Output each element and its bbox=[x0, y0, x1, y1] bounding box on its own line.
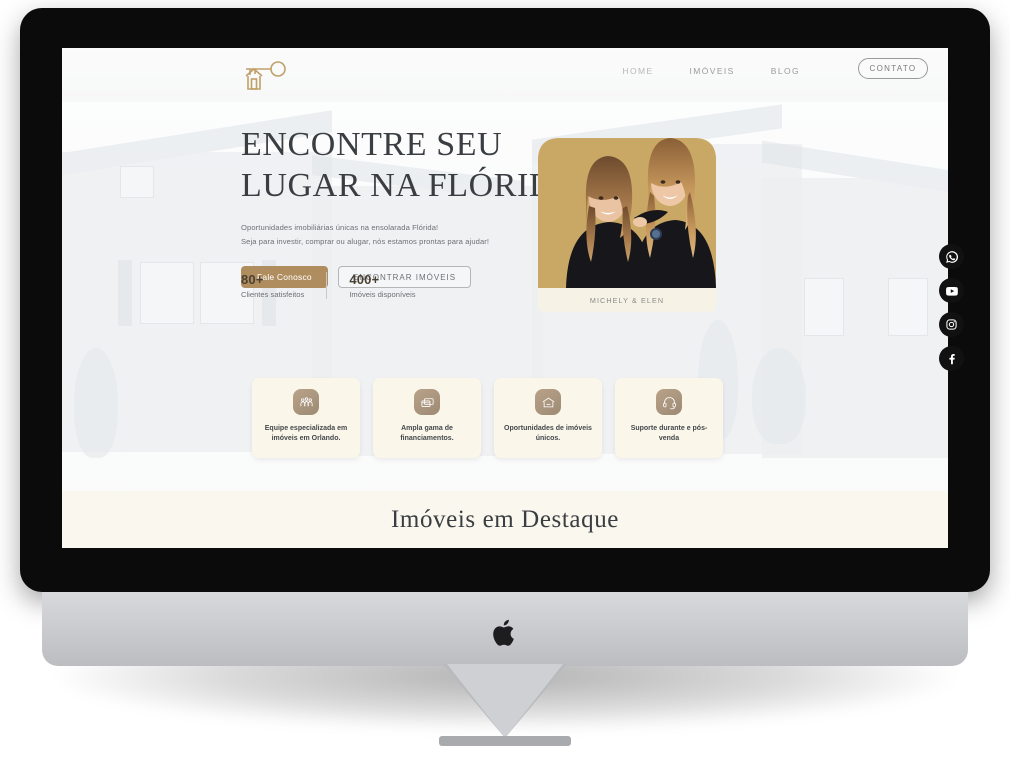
stat-clientes: 80+ Clientes satisfeitos bbox=[241, 272, 304, 299]
page-title: ENCONTRE SEU LUGAR NA FLÓRIDA bbox=[241, 124, 580, 207]
instagram-icon[interactable] bbox=[939, 312, 964, 337]
feature-card-suporte[interactable]: Suporte durante e pós-venda bbox=[615, 378, 723, 458]
feature-cards: Equipe especializada em imóveis em Orlan… bbox=[252, 378, 723, 458]
hero-background-photo bbox=[62, 48, 948, 548]
feature-card-financiamentos[interactable]: Ampla gama de financiamentos. bbox=[373, 378, 481, 458]
imac-stand-foot bbox=[439, 736, 571, 746]
stat-imoveis: 400+ Imóveis disponíveis bbox=[349, 272, 415, 299]
headset-icon bbox=[656, 389, 682, 415]
facebook-icon[interactable] bbox=[939, 346, 964, 371]
imac-stand-neck-highlight bbox=[447, 664, 563, 738]
feature-text: Suporte durante e pós-venda bbox=[630, 425, 708, 443]
stat-imoveis-number: 400+ bbox=[349, 272, 380, 287]
featured-properties-section: Imóveis em Destaque bbox=[62, 491, 948, 548]
feature-card-equipe[interactable]: Equipe especializada em imóveis em Orlan… bbox=[252, 378, 360, 458]
feature-text: Oportunidades de imóveis únicos. bbox=[504, 425, 592, 443]
people-icon bbox=[293, 389, 319, 415]
hero-stats: 80+ Clientes satisfeitos 400+ Imóveis di… bbox=[241, 272, 416, 299]
agents-photo bbox=[530, 110, 724, 290]
cards-icon bbox=[414, 389, 440, 415]
stat-clientes-number: 80+ bbox=[241, 272, 264, 287]
whatsapp-icon[interactable] bbox=[939, 244, 964, 269]
monitor-screen: HOME IMÓVEIS BLOG CONTATO ENCONTRE SEU L… bbox=[62, 48, 948, 548]
hero-title-line2: LUGAR NA FLÓRIDA bbox=[241, 167, 580, 205]
site-header: HOME IMÓVEIS BLOG CONTATO bbox=[62, 48, 948, 102]
main-navigation: HOME IMÓVEIS BLOG bbox=[622, 66, 800, 76]
contact-button[interactable]: CONTATO bbox=[858, 58, 928, 79]
social-rail bbox=[939, 244, 964, 371]
stat-imoveis-label: Imóveis disponíveis bbox=[349, 290, 416, 299]
agents-photo-card: MICHELY & ELEN bbox=[530, 110, 724, 316]
house-icon bbox=[535, 389, 561, 415]
agents-caption: MICHELY & ELEN bbox=[538, 288, 716, 312]
feature-card-oportunidades[interactable]: Oportunidades de imóveis únicos. bbox=[494, 378, 602, 458]
imac-mockup: HOME IMÓVEIS BLOG CONTATO ENCONTRE SEU L… bbox=[0, 0, 1010, 757]
feature-text: Equipe especializada em imóveis em Orlan… bbox=[264, 425, 348, 443]
hero-title-line1: ENCONTRE SEU bbox=[241, 126, 503, 163]
key-house-logo[interactable] bbox=[232, 58, 292, 94]
nav-home[interactable]: HOME bbox=[622, 66, 653, 76]
feature-text: Ampla gama de financiamentos. bbox=[400, 425, 454, 443]
website-page: HOME IMÓVEIS BLOG CONTATO ENCONTRE SEU L… bbox=[62, 48, 948, 548]
section-title: Imóveis em Destaque bbox=[390, 505, 619, 533]
hero-subtitle-line1: Oportunidades imobiliárias únicas na ens… bbox=[241, 222, 439, 232]
hero-subtitle: Oportunidades imobiliárias únicas na ens… bbox=[241, 221, 541, 249]
youtube-icon[interactable] bbox=[939, 278, 964, 303]
hero-content: ENCONTRE SEU LUGAR NA FLÓRIDA Oportunida… bbox=[241, 124, 580, 289]
stats-divider bbox=[326, 272, 328, 299]
hero-subtitle-line2: Seja para investir, comprar ou alugar, n… bbox=[241, 236, 490, 246]
nav-blog[interactable]: BLOG bbox=[771, 66, 800, 76]
apple-logo bbox=[490, 616, 520, 650]
stat-clientes-label: Clientes satisfeitos bbox=[241, 290, 305, 299]
nav-imoveis[interactable]: IMÓVEIS bbox=[690, 66, 735, 76]
